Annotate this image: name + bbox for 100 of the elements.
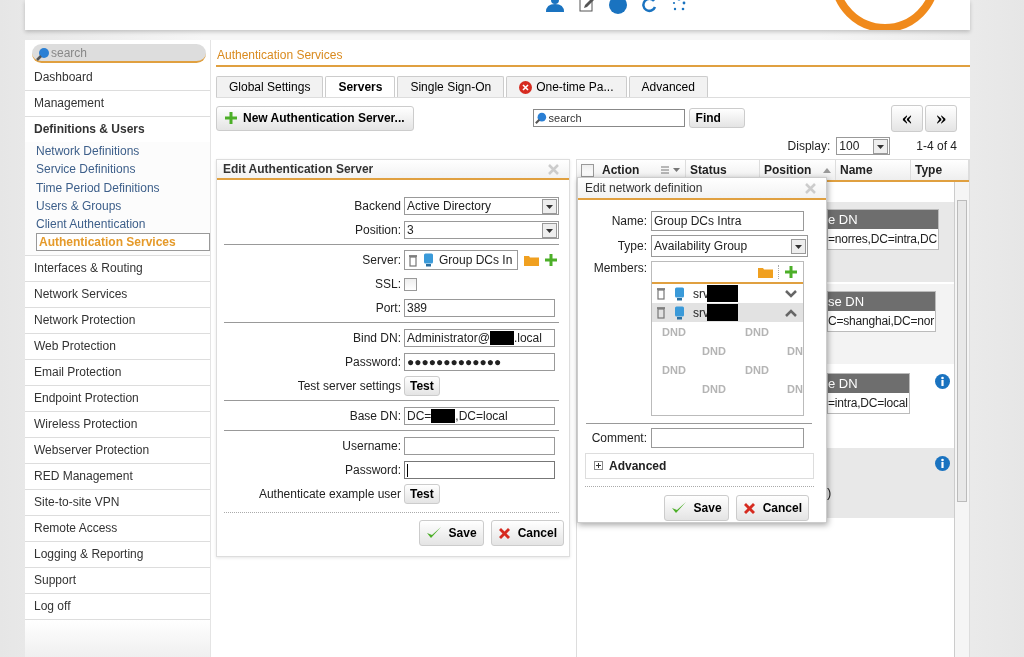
field-label: Backend bbox=[353, 199, 402, 213]
entry-header: se DN bbox=[828, 292, 935, 311]
text-field[interactable]: DC= ,DC=local bbox=[404, 407, 555, 425]
nav-item[interactable]: Definitions & Users bbox=[25, 117, 210, 142]
user-icon[interactable] bbox=[545, 0, 565, 14]
entry-text: ) bbox=[827, 484, 832, 500]
page-size-select[interactable]: 100 bbox=[836, 137, 891, 155]
expand-icon[interactable] bbox=[594, 461, 603, 470]
drop-hint: DN bbox=[787, 383, 803, 395]
nav-subitem[interactable]: Service Definitions bbox=[36, 160, 210, 179]
tab[interactable]: Advanced bbox=[628, 76, 708, 97]
entry-header: e DN bbox=[828, 210, 938, 229]
drop-hint: DND bbox=[662, 326, 686, 338]
error-icon bbox=[519, 80, 533, 94]
cancel-button[interactable]: Cancel bbox=[735, 495, 809, 521]
close-icon bbox=[497, 526, 511, 540]
nav-item[interactable]: Management bbox=[25, 91, 210, 117]
select-field[interactable]: Active Directory bbox=[404, 197, 559, 215]
nav-item[interactable]: Site-to-site VPN bbox=[25, 490, 210, 517]
comment-field[interactable] bbox=[651, 428, 804, 448]
nav-item[interactable]: Dashboard bbox=[25, 65, 210, 91]
tab[interactable]: Single Sign-On bbox=[397, 76, 505, 97]
type-select[interactable]: Availability Group bbox=[651, 235, 808, 257]
ssl-checkbox[interactable] bbox=[404, 277, 417, 291]
nav-item[interactable]: Logging & Reporting bbox=[25, 542, 210, 569]
dialog-title: Edit network definition bbox=[585, 181, 703, 195]
move-up-icon[interactable] bbox=[785, 308, 797, 317]
result-range: 1-4 of 4 bbox=[916, 139, 957, 153]
cancel-button[interactable]: Cancel bbox=[490, 520, 564, 546]
trash-icon[interactable] bbox=[656, 306, 666, 319]
table-row[interactable]: se DN C=shanghai,DC=nor bbox=[827, 284, 954, 364]
trash-icon[interactable] bbox=[408, 253, 418, 267]
add-icon[interactable] bbox=[785, 266, 797, 278]
nav-item[interactable]: Interfaces & Routing bbox=[25, 256, 210, 283]
search-field[interactable]: search bbox=[532, 109, 685, 127]
previous-page-button[interactable]: « bbox=[891, 104, 923, 132]
text-field[interactable]: ●●●●●●●●●●●●● bbox=[404, 353, 555, 371]
nav-subitem[interactable]: Network Definitions bbox=[36, 142, 210, 161]
search-field[interactable]: search bbox=[32, 44, 206, 63]
info-icon[interactable] bbox=[935, 374, 950, 389]
select-all-checkbox[interactable] bbox=[581, 163, 594, 177]
text-field[interactable]: Administrator@ .local bbox=[404, 329, 555, 347]
trash-icon[interactable] bbox=[656, 287, 666, 300]
table-row[interactable]: ) bbox=[827, 448, 954, 518]
nav-item[interactable]: RED Management bbox=[25, 464, 210, 491]
advanced-section[interactable]: Advanced bbox=[585, 453, 814, 479]
drop-hint: DND bbox=[702, 383, 726, 395]
nav-item[interactable]: Endpoint Protection bbox=[25, 386, 210, 413]
next-page-button[interactable]: » bbox=[925, 104, 957, 132]
nav-item[interactable]: Webserver Protection bbox=[25, 438, 210, 465]
nav-subitem[interactable]: Time Period Definitions bbox=[36, 178, 210, 197]
nav-item[interactable]: Web Protection bbox=[25, 334, 210, 361]
scrollbar[interactable] bbox=[954, 182, 969, 657]
find-button[interactable]: Find bbox=[688, 108, 745, 128]
table-row[interactable]: e DN =norres,DC=intra,DC bbox=[827, 202, 954, 282]
test-button[interactable]: Test bbox=[404, 484, 440, 504]
column-menu-icon[interactable] bbox=[661, 165, 681, 175]
entry-value: =intra,DC=local bbox=[828, 395, 909, 412]
save-button[interactable]: Save bbox=[418, 520, 484, 546]
sort-icon[interactable] bbox=[823, 167, 831, 173]
nav-item[interactable]: Network Services bbox=[25, 282, 210, 309]
field-label: Password: bbox=[343, 463, 402, 477]
server-icon bbox=[423, 253, 434, 267]
server-field[interactable]: Group DCs In bbox=[404, 250, 518, 270]
reload-icon[interactable] bbox=[641, 0, 657, 13]
column-header[interactable]: Type bbox=[911, 160, 969, 180]
new-server-button[interactable]: New Authentication Server... bbox=[216, 105, 414, 131]
nav-item[interactable]: Network Protection bbox=[25, 308, 210, 335]
column-header[interactable]: Position bbox=[760, 160, 836, 180]
column-header[interactable]: Name bbox=[836, 160, 911, 180]
tab[interactable]: One-time Pa... bbox=[506, 76, 627, 97]
text-field[interactable] bbox=[404, 461, 555, 479]
nav-subitem[interactable]: Users & Groups bbox=[36, 196, 210, 216]
nav-item[interactable]: Support bbox=[25, 568, 210, 595]
info-icon[interactable] bbox=[935, 456, 950, 471]
nav-item[interactable]: Remote Access bbox=[25, 516, 210, 543]
name-field[interactable]: Group DCs Intra bbox=[651, 211, 804, 231]
check-icon bbox=[425, 526, 442, 540]
text-field[interactable] bbox=[404, 437, 555, 455]
add-icon[interactable] bbox=[545, 254, 557, 266]
tab[interactable]: Global Settings bbox=[216, 76, 324, 97]
field-label: Bind DN: bbox=[351, 331, 402, 345]
nav-subitem[interactable]: Client Authentication bbox=[36, 215, 210, 234]
edit-icon[interactable] bbox=[579, 0, 595, 13]
field-label: Server: bbox=[361, 253, 402, 267]
nav-item[interactable]: Wireless Protection bbox=[25, 412, 210, 439]
field-label: Password: bbox=[343, 355, 402, 369]
save-button[interactable]: Save bbox=[663, 495, 729, 521]
select-field[interactable]: 3 bbox=[404, 221, 559, 239]
column-header[interactable]: Status bbox=[686, 160, 760, 180]
nav-item[interactable]: Email Protection bbox=[25, 360, 210, 387]
tab[interactable]: Servers bbox=[325, 76, 396, 97]
test-button[interactable]: Test bbox=[404, 376, 440, 396]
text-field[interactable]: 389 bbox=[404, 299, 555, 317]
drop-hint: DND bbox=[662, 364, 686, 376]
display-label: Display: bbox=[787, 139, 831, 153]
move-down-icon[interactable] bbox=[785, 289, 797, 298]
column-header[interactable]: Action bbox=[577, 160, 686, 180]
server-icon bbox=[674, 305, 685, 320]
field-label: Base DN: bbox=[348, 409, 402, 423]
